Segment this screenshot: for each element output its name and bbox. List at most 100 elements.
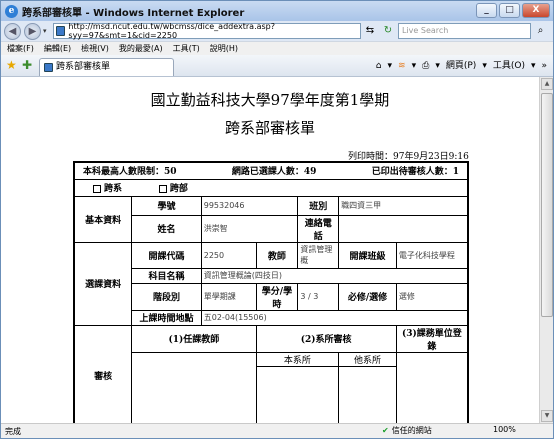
review-form-table: 本科最高人數限制：50 網路已選課人數：49 已印出待審核人數：1 跨系 跨部 … (73, 161, 469, 423)
navigation-bar: ◀ ▶ ▾ http://msd.ncut.edu.tw/wbcmss/dice… (1, 21, 553, 41)
registry-signature-cell (395, 351, 469, 423)
course-class-label: 開課班級 (338, 241, 397, 269)
status-text: 完成 (5, 426, 21, 436)
address-bar[interactable]: http://msd.ncut.edu.tw/wbcmss/dice_addex… (53, 22, 361, 40)
own-dept-signature-cell (255, 365, 340, 423)
tab-page-icon (44, 63, 53, 72)
add-favorite-icon[interactable]: ✚ (22, 58, 32, 72)
cross-dept-checkbox[interactable] (93, 184, 101, 193)
zoom-level[interactable]: 100% (493, 425, 516, 434)
student-id-value: 99532046 (200, 195, 299, 216)
student-id-label: 學號 (131, 195, 202, 216)
stage-label: 階段別 (131, 282, 202, 311)
teacher-value: 資訊管理概 (297, 241, 340, 269)
other-dept-signature-cell (338, 365, 397, 423)
summary-row: 本科最高人數限制：50 網路已選課人數：49 已印出待審核人數：1 (73, 161, 469, 180)
menu-file[interactable]: 檔案(F) (7, 43, 34, 54)
checkbox-row: 跨系 跨部 (73, 178, 469, 197)
basic-info-label: 基本資料 (73, 195, 133, 243)
class-label: 班別 (297, 195, 340, 216)
scroll-down-icon[interactable]: ▼ (541, 410, 553, 422)
home-dropdown-icon[interactable]: ▾ (388, 59, 393, 73)
name-value: 洪崇智 (200, 214, 299, 243)
favorites-star-icon[interactable]: ★ (6, 58, 17, 72)
vertical-scrollbar[interactable]: ▲ ▼ (539, 77, 553, 423)
class-value: 職四資三甲 (338, 195, 469, 216)
command-bar: ⌂ ▾ ≋ ▾ ⎙ ▾ 網頁(P) ▾ 工具(O) ▾ » (376, 59, 547, 73)
feeds-icon[interactable]: ≋ (398, 59, 406, 73)
course-code-value: 2250 (200, 241, 257, 269)
minimize-button[interactable]: _ (476, 3, 497, 18)
document-title: 國立勤益科技大學97學年度第1學期 (150, 91, 390, 109)
cross-div-checkbox[interactable] (158, 184, 167, 193)
forward-button[interactable]: ▶ (24, 22, 41, 40)
security-zone[interactable]: ✔ 信任的網站 (382, 425, 432, 436)
zone-label: 信任的網站 (391, 426, 432, 435)
course-class-value: 電子化科技學程 (395, 241, 469, 269)
required-label: 必修/選修 (338, 282, 397, 311)
close-button[interactable]: X (522, 3, 550, 18)
teacher-review-header: (1)任課教師 (131, 324, 257, 353)
home-icon[interactable]: ⌂ (376, 59, 382, 73)
window-title: 跨系部審核單 - Windows Internet Explorer (22, 7, 245, 19)
menu-edit[interactable]: 編輯(E) (44, 43, 71, 54)
phone-value (338, 214, 469, 243)
menu-favorites[interactable]: 我的最愛(A) (119, 43, 163, 54)
page-icon (56, 26, 66, 36)
favorites-bar: ★ ✚ 跨系部審核單 ⌂ ▾ ≋ ▾ ⎙ ▾ 網頁(P) ▾ 工具(O) ▾ » (1, 55, 553, 77)
other-dept-header: 他系所 (338, 351, 397, 367)
tab-title: 跨系部審核單 (56, 62, 111, 72)
trusted-check-icon: ✔ (382, 426, 389, 435)
online-selected: 網路已選課人數：49 (231, 167, 317, 178)
back-button[interactable]: ◀ (4, 22, 21, 40)
credit-label: 學分/學時 (255, 282, 299, 311)
tools-dropdown-icon[interactable]: ▾ (531, 59, 536, 73)
ie-logo-icon: e (5, 4, 18, 18)
menu-view[interactable]: 檢視(V) (81, 43, 109, 54)
go-icon[interactable]: ⇆ (363, 23, 377, 39)
url-text[interactable]: http://msd.ncut.edu.tw/wbcmss/dice_addex… (68, 22, 360, 40)
search-icon[interactable]: ⌕ (533, 24, 548, 38)
history-dropdown-icon[interactable]: ▾ (43, 27, 47, 35)
cross-dept-option[interactable]: 跨系 (93, 184, 122, 194)
own-dept-header: 本系所 (255, 351, 340, 367)
status-bar: 完成 ✔ 信任的網站 100% (1, 423, 553, 438)
page-content: 國立勤益科技大學97學年度第1學期 跨系部審核單 列印時間：97年9月23日9:… (1, 77, 539, 423)
window-controls: _ □ X (476, 3, 550, 18)
phone-label: 連絡電話 (297, 214, 340, 243)
more-icon[interactable]: » (541, 59, 547, 73)
credit-value: 3 / 3 (297, 282, 340, 311)
scroll-up-icon[interactable]: ▲ (541, 78, 553, 90)
max-students: 本科最高人數限制：50 (83, 167, 177, 178)
menu-bar: 檔案(F) 編輯(E) 檢視(V) 我的最愛(A) 工具(T) 說明(H) (1, 41, 553, 55)
cross-div-option[interactable]: 跨部 (158, 184, 188, 194)
print-icon[interactable]: ⎙ (422, 59, 429, 73)
browser-window: e 跨系部審核單 - Windows Internet Explorer _ □… (0, 0, 554, 439)
registry-review-header: (3)課務單位登錄 (395, 324, 469, 353)
time-place-label: 上課時間地點 (131, 309, 202, 326)
page-dropdown-icon[interactable]: ▾ (482, 59, 487, 73)
subject-label: 科目名稱 (131, 267, 202, 284)
print-dropdown-icon[interactable]: ▾ (435, 59, 440, 73)
menu-help[interactable]: 說明(H) (210, 43, 238, 54)
menu-tools[interactable]: 工具(T) (173, 43, 200, 54)
dept-review-header: (2)系所審核 (255, 324, 397, 353)
search-input[interactable]: Live Search (398, 23, 531, 39)
subject-value: 資訊管理概論(四技日) (200, 267, 469, 284)
scroll-thumb[interactable] (541, 93, 553, 317)
stage-value: 單學期課 (200, 282, 257, 311)
page-menu[interactable]: 網頁(P) (446, 59, 476, 73)
feeds-dropdown-icon[interactable]: ▾ (412, 59, 417, 73)
course-info-label: 選課資料 (73, 241, 133, 326)
tools-menu[interactable]: 工具(O) (493, 59, 525, 73)
teacher-signature-cell (131, 351, 257, 423)
time-place-value: 五02-04(15506) (200, 309, 469, 326)
teacher-label: 教師 (255, 241, 299, 269)
printed-pending: 已印出待審核人數：1 (371, 167, 459, 178)
review-label: 審核 (73, 324, 133, 423)
maximize-button[interactable]: □ (499, 3, 520, 18)
tab-current[interactable]: 跨系部審核單 (39, 58, 174, 76)
form-title: 跨系部審核單 (224, 119, 315, 137)
refresh-icon[interactable]: ↻ (381, 23, 395, 39)
course-code-label: 開課代碼 (131, 241, 202, 269)
